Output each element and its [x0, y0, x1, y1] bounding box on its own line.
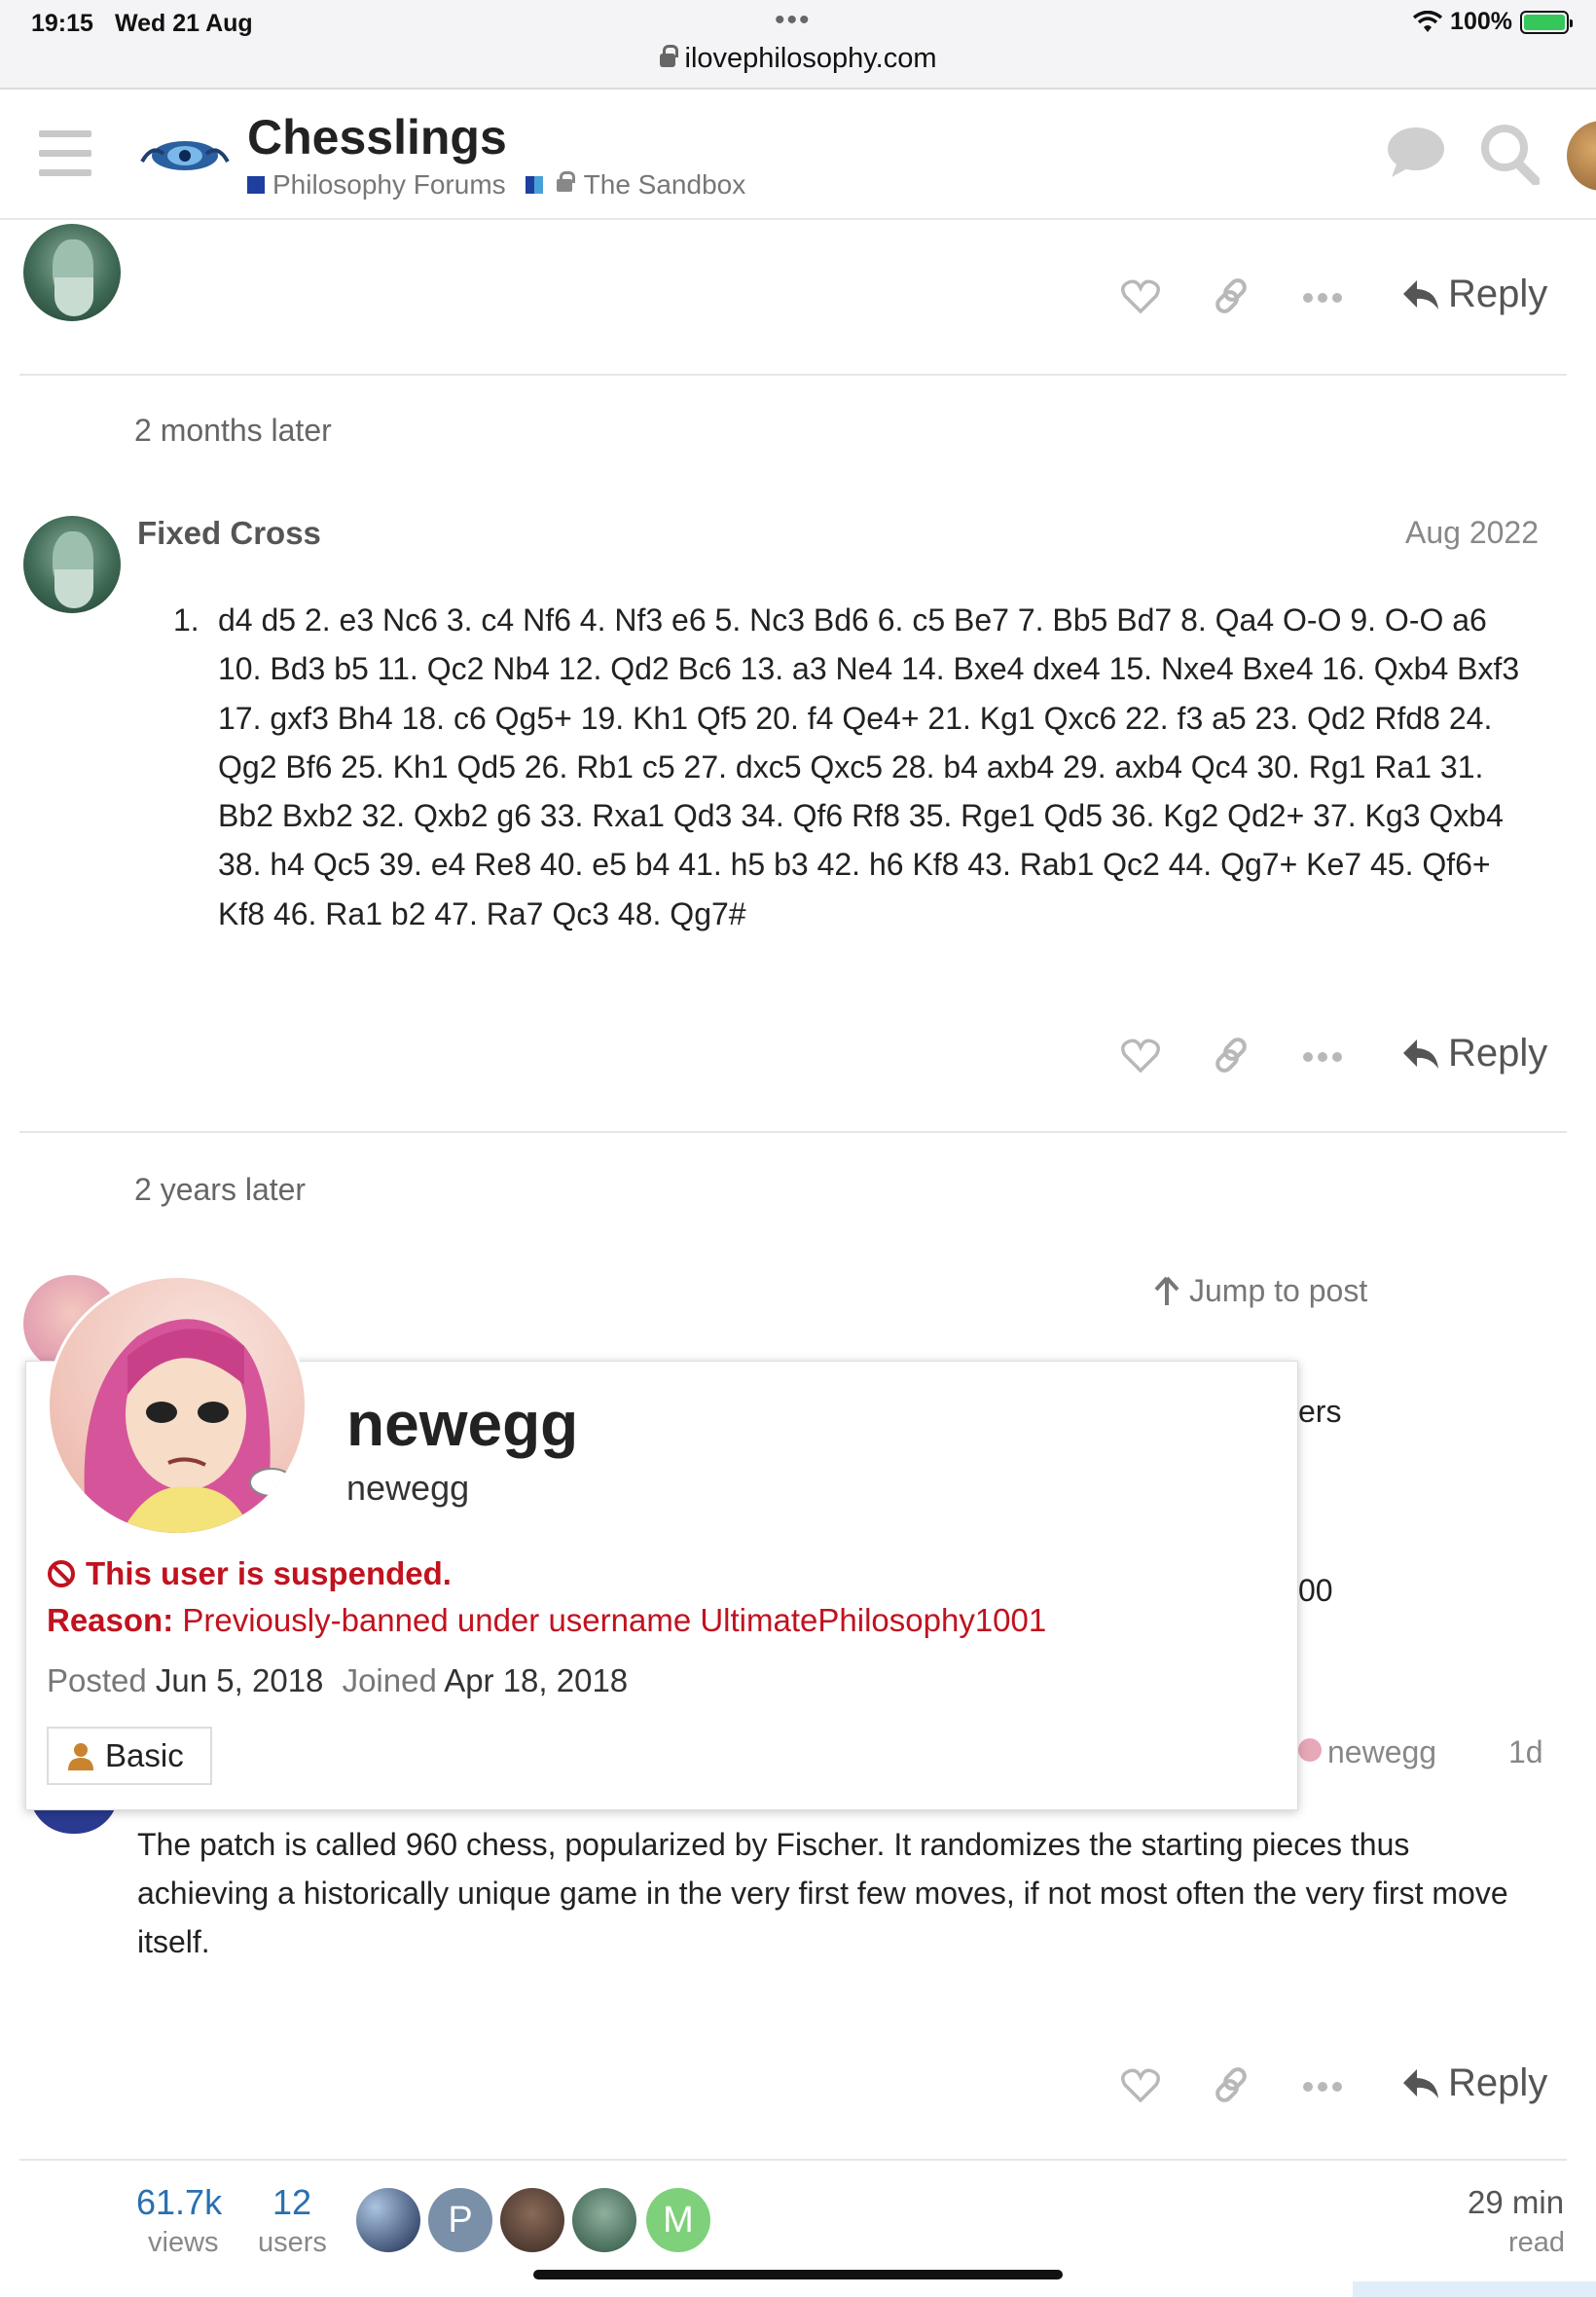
arrow-up-icon	[1154, 1276, 1179, 1305]
user-card-avatar[interactable]	[47, 1275, 308, 1536]
trust-level-badge[interactable]: Basic	[47, 1727, 212, 1785]
like-heart-icon[interactable]	[1121, 1038, 1160, 1073]
joined-value: Apr 18, 2018	[444, 1662, 629, 1698]
read-label: read	[1508, 2227, 1566, 2258]
time-gap: 2 months later	[134, 413, 332, 448]
divider	[19, 2159, 1567, 2161]
breadcrumb-subcategory[interactable]: The Sandbox	[584, 169, 746, 201]
views-count: 61.7k	[136, 2182, 223, 2222]
category-color-swatch	[247, 176, 265, 194]
reply-to-avatar	[1298, 1738, 1322, 1762]
users-label: users	[258, 2227, 327, 2258]
avatar-illustration	[84, 1319, 294, 1533]
address-bar[interactable]: ilovephilosophy.com	[0, 43, 1596, 75]
obscured-text: ers	[1298, 1394, 1342, 1429]
posted-value: Jun 5, 2018	[155, 1662, 324, 1698]
menu-icon[interactable]	[39, 130, 91, 179]
obscured-text: 00	[1298, 1573, 1333, 1608]
suspended-text: This user is suspended.	[86, 1555, 452, 1591]
divider	[19, 1131, 1567, 1133]
users-count: 12	[272, 2182, 312, 2222]
posted-label: Posted	[47, 1662, 147, 1698]
chess-moves: d4 d5 2. e3 Nc6 3. c4 Nf6 4. Nf3 e6 5. N…	[218, 602, 1520, 931]
lock-icon	[556, 170, 575, 192]
post-date[interactable]: 1d	[1508, 1734, 1543, 1770]
list-number: 1.	[173, 602, 200, 638]
reply-icon	[1403, 279, 1438, 310]
reason-text: Previously-banned under username Ultimat…	[182, 1602, 1047, 1638]
views-label: views	[148, 2227, 219, 2258]
more-options-icon[interactable]	[1302, 1051, 1343, 1063]
participant-avatar[interactable]: P	[428, 2188, 492, 2252]
participant-avatar[interactable]	[572, 2188, 636, 2252]
wifi-icon	[1413, 10, 1443, 32]
suspended-notice: This user is suspended.	[47, 1555, 452, 1592]
like-heart-icon[interactable]	[1121, 278, 1160, 313]
post-body: The patch is called 960 chess, populariz…	[137, 1827, 1508, 1959]
search-icon[interactable]	[1479, 123, 1540, 185]
participant-avatar[interactable]: M	[646, 2188, 710, 2252]
site-logo[interactable]	[138, 132, 232, 177]
home-indicator[interactable]	[533, 2270, 1063, 2279]
clock: 19:15	[31, 10, 93, 37]
user-card-username: newegg	[346, 1468, 470, 1508]
joined-label: Joined	[342, 1662, 437, 1698]
jump-to-post-link[interactable]: Jump to post	[1154, 1273, 1367, 1309]
participant-avatar[interactable]	[356, 2188, 420, 2252]
chat-icon[interactable]	[1386, 123, 1446, 181]
share-link-icon[interactable]	[1213, 2065, 1251, 2104]
read-time: 29 min	[1468, 2184, 1565, 2220]
tab-dots-icon[interactable]: •••	[775, 4, 812, 37]
reply-button[interactable]: Reply	[1401, 2061, 1547, 2105]
divider	[19, 374, 1567, 376]
share-link-icon[interactable]	[1213, 1036, 1251, 1075]
url-text: ilovephilosophy.com	[684, 43, 937, 74]
status-indicators: 100%	[1413, 8, 1573, 36]
site-header: Chesslings Philosophy Forums The Sandbox	[0, 91, 1596, 220]
share-link-icon[interactable]	[1213, 276, 1251, 315]
reply-button[interactable]: Reply	[1401, 273, 1547, 316]
timeline-progress	[1353, 2281, 1596, 2297]
user-card-meta: Posted Jun 5, 2018 Joined Apr 18, 2018	[47, 1662, 628, 1699]
reply-icon	[1403, 2068, 1438, 2098]
post-body: 1. d4 d5 2. e3 Nc6 3. c4 Nf6 4. Nf3 e6 5…	[173, 596, 1536, 938]
more-options-icon[interactable]	[1302, 2081, 1343, 2093]
avatar[interactable]	[23, 516, 121, 613]
reply-label: Reply	[1448, 273, 1548, 315]
reply-icon	[1403, 1039, 1438, 1069]
ban-icon	[48, 1560, 75, 1587]
battery-percent: 100%	[1450, 8, 1512, 35]
status-bar: 19:15 Wed 21 Aug ••• ilovephilosophy.com…	[0, 0, 1596, 90]
user-icon	[68, 1743, 93, 1770]
reply-to-username[interactable]: newegg	[1327, 1734, 1436, 1770]
post-date[interactable]: Aug 2022	[1405, 515, 1539, 551]
trust-level-label: Basic	[105, 1737, 184, 1773]
jump-to-post-label: Jump to post	[1189, 1273, 1368, 1308]
post-username[interactable]: Fixed Cross	[137, 515, 321, 552]
reply-button[interactable]: Reply	[1401, 1032, 1547, 1076]
breadcrumb: Philosophy Forums The Sandbox	[247, 169, 745, 201]
avatar[interactable]	[23, 224, 121, 321]
like-heart-icon[interactable]	[1121, 2067, 1160, 2102]
reason-label: Reason:	[47, 1602, 174, 1638]
breadcrumb-category[interactable]: Philosophy Forums	[272, 169, 506, 201]
suspension-reason: Reason: Previously-banned under username…	[47, 1602, 1046, 1639]
reply-label: Reply	[1448, 2061, 1548, 2104]
subcategory-color-swatch	[525, 176, 543, 194]
topic-title[interactable]: Chesslings	[247, 109, 507, 165]
participant-avatar[interactable]	[500, 2188, 564, 2252]
battery-icon	[1520, 10, 1573, 34]
user-card-display-name[interactable]: newegg	[346, 1388, 578, 1460]
reply-label: Reply	[1448, 1032, 1548, 1075]
user-avatar[interactable]	[1567, 121, 1596, 191]
lock-icon	[659, 45, 678, 67]
more-options-icon[interactable]	[1302, 292, 1343, 304]
time-gap: 2 years later	[134, 1172, 307, 1207]
status-date: Wed 21 Aug	[115, 10, 253, 37]
